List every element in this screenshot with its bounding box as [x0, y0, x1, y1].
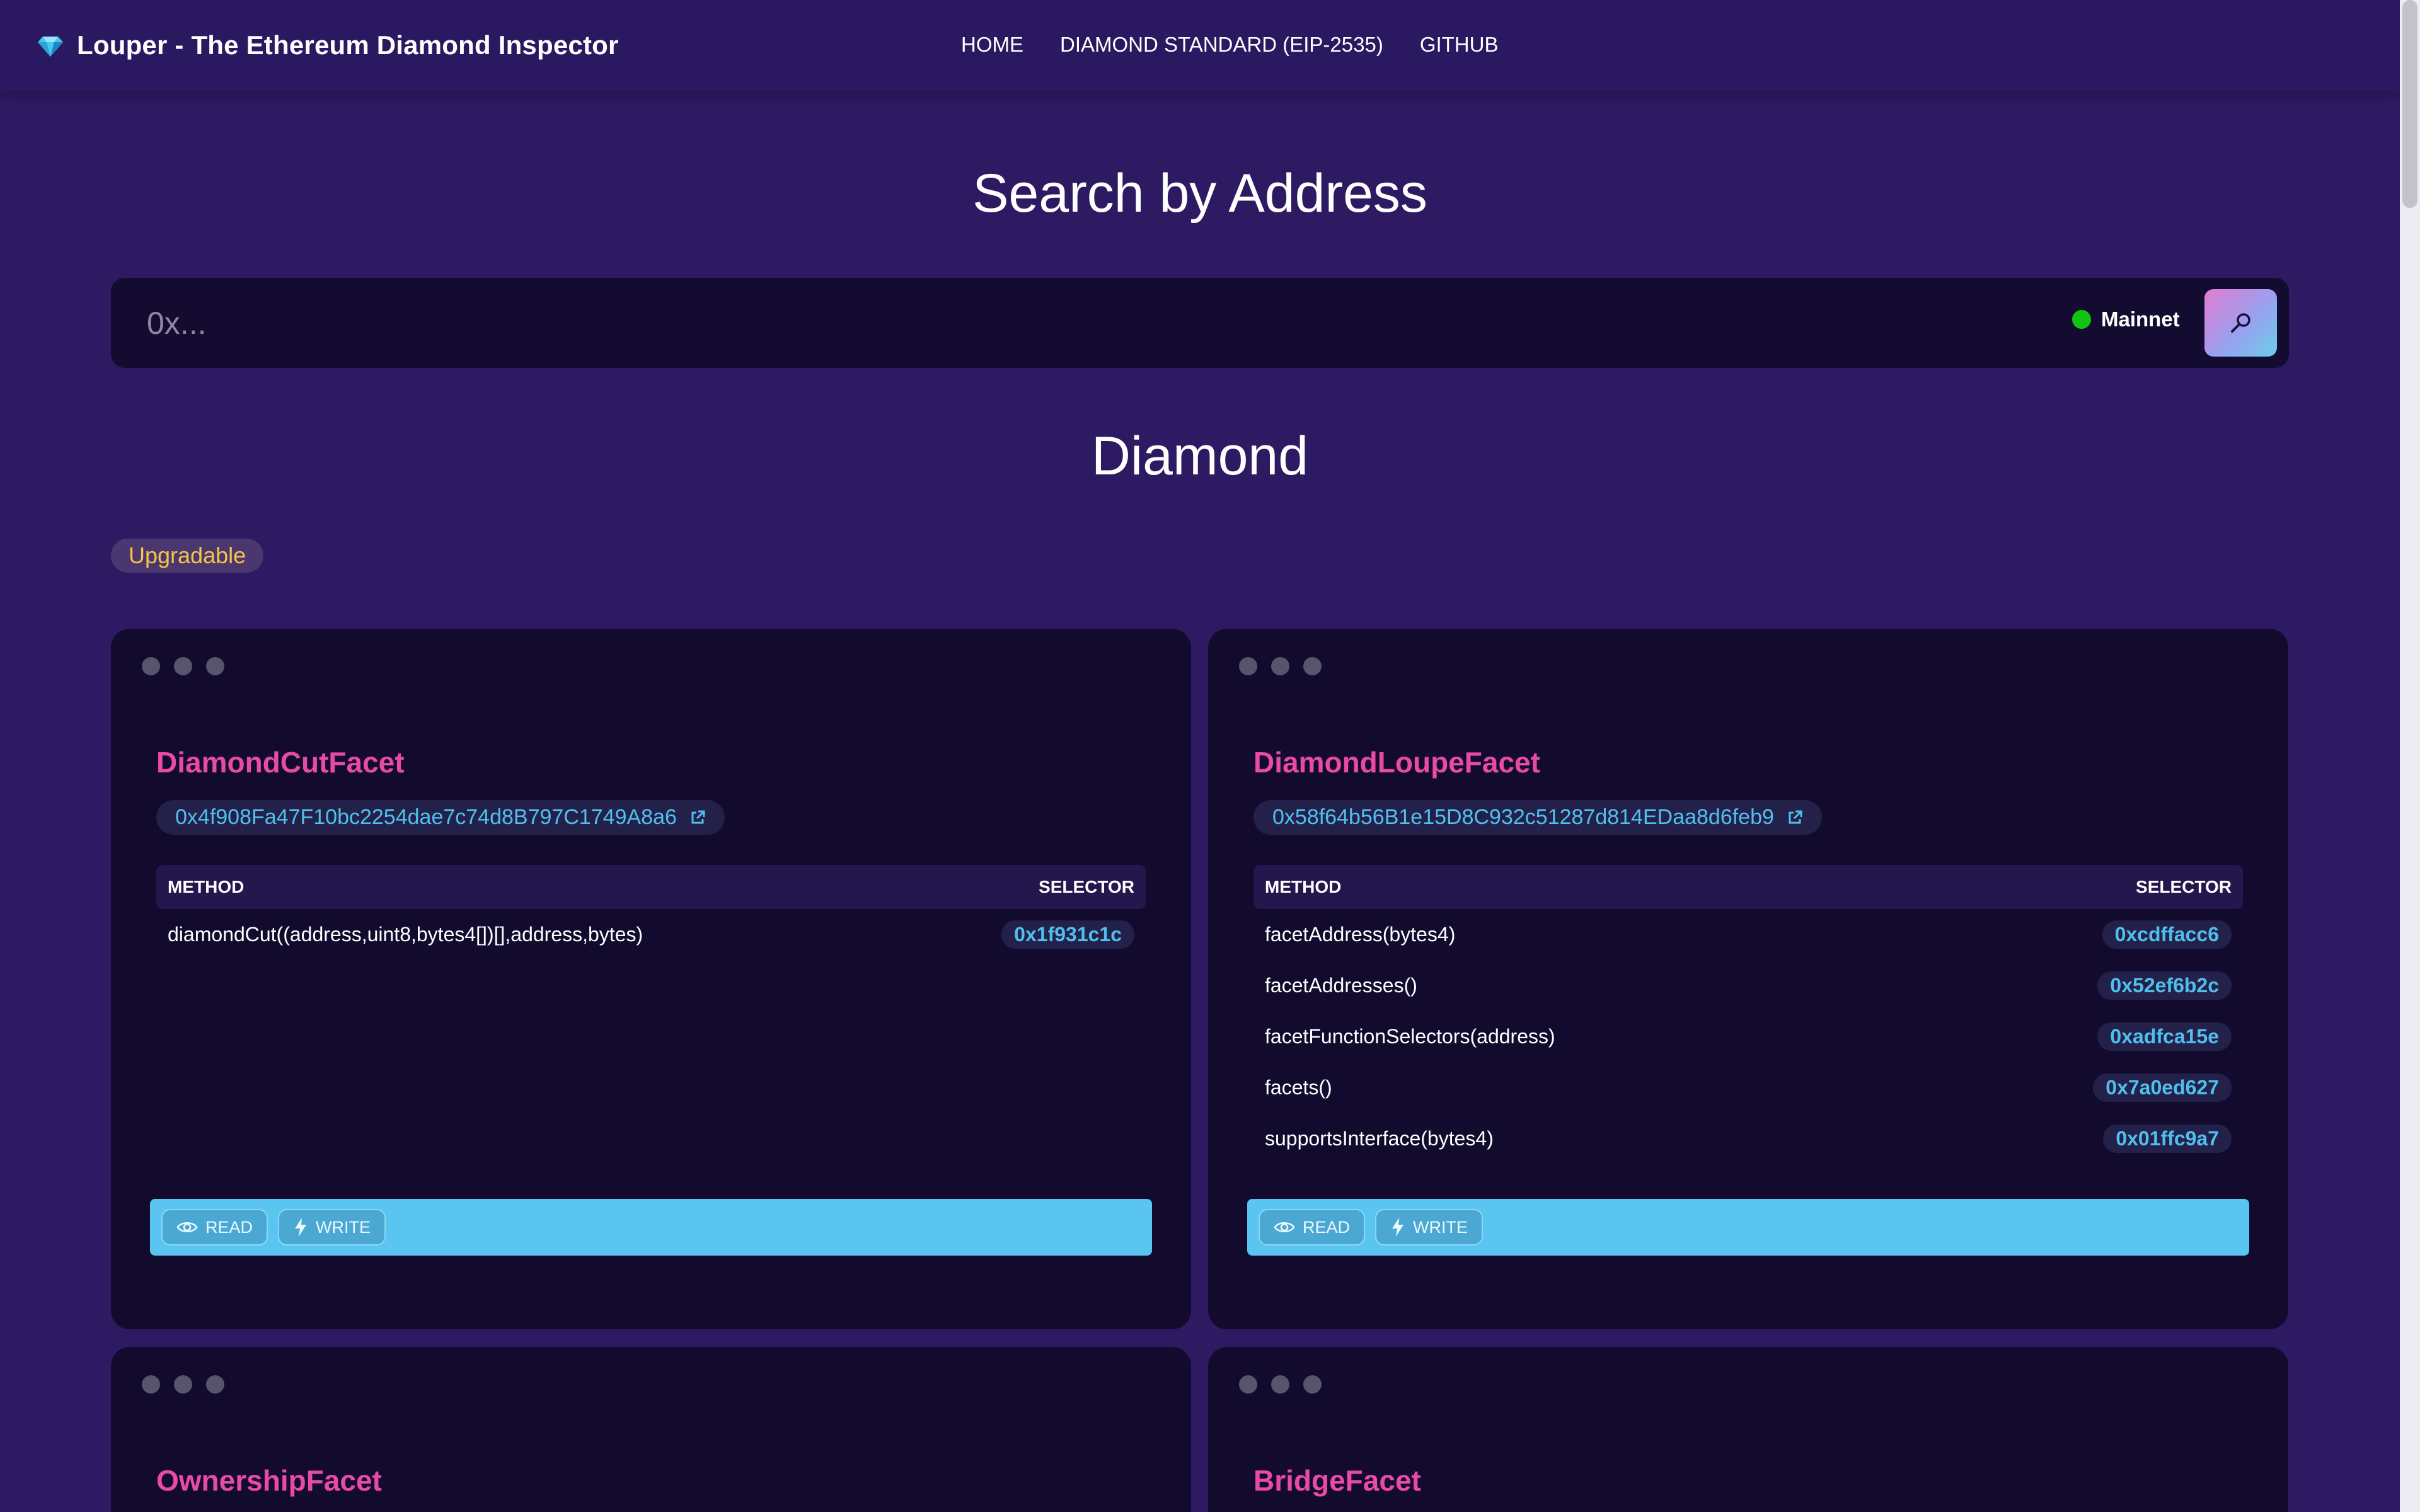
- eye-icon: [176, 1222, 198, 1232]
- upgradable-badge: Upgradable: [111, 539, 264, 573]
- facet-address-link[interactable]: 0x4f908Fa47F10bc2254dae7c74d8B797C1749A8…: [156, 800, 725, 835]
- table-row[interactable]: facetAddress(bytes4) 0xcdffacc6: [1253, 909, 2243, 960]
- nav-diamond-standard-link[interactable]: DIAMOND STANDARD (EIP-2535): [1060, 33, 1383, 57]
- read-label: READ: [205, 1217, 253, 1237]
- method-signature: facetFunctionSelectors(address): [1265, 1025, 1555, 1048]
- facet-card: BridgeFacet: [1208, 1347, 2288, 1512]
- facet-name: DiamondLoupeFacet: [1253, 746, 1540, 779]
- search-button[interactable]: [2204, 289, 2277, 357]
- table-header: METHOD SELECTOR: [156, 865, 1146, 909]
- external-link-icon: [691, 810, 705, 823]
- window-dots: [142, 1375, 224, 1394]
- nav-home-link[interactable]: HOME: [961, 33, 1023, 57]
- facet-card: DiamondLoupeFacet 0x58f64b56B1e15D8C932c…: [1208, 629, 2288, 1329]
- table-header: METHOD SELECTOR: [1253, 865, 2243, 909]
- address-search-input[interactable]: [146, 295, 1976, 351]
- main-nav: HOME DIAMOND STANDARD (EIP-2535) GITHUB: [961, 33, 1498, 57]
- read-label: READ: [1303, 1217, 1351, 1237]
- method-signature: supportsInterface(bytes4): [1265, 1127, 1494, 1150]
- method-signature: diamondCut((address,uint8,bytes4[])[],ad…: [168, 923, 643, 946]
- write-label: WRITE: [1413, 1217, 1468, 1237]
- method-signature: facets(): [1265, 1076, 1332, 1099]
- facet-name: DiamondCutFacet: [156, 746, 405, 779]
- selector-column-header: SELECTOR: [1039, 877, 1134, 896]
- search-bar: Mainnet: [111, 278, 2289, 368]
- selector-badge: 0x52ef6b2c: [2097, 971, 2232, 1000]
- facet-card: DiamondCutFacet 0x4f908Fa47F10bc2254dae7…: [111, 629, 1191, 1329]
- table-row[interactable]: facets() 0x7a0ed627: [1253, 1062, 2243, 1113]
- facet-address-link[interactable]: 0x58f64b56B1e15D8C932c51287d814EDaa8d6fe…: [1253, 800, 1822, 835]
- facet-name: BridgeFacet: [1253, 1464, 1421, 1497]
- methods-table: METHOD SELECTOR diamondCut((address,uint…: [156, 865, 1146, 960]
- facet-address: 0x4f908Fa47F10bc2254dae7c74d8B797C1749A8…: [175, 805, 677, 829]
- search-icon: [2230, 312, 2250, 333]
- network-status-dot: [2072, 310, 2091, 329]
- window-dots: [142, 657, 224, 675]
- scrollbar-thumb[interactable]: [2402, 0, 2417, 208]
- table-row[interactable]: facetFunctionSelectors(address) 0xadfca1…: [1253, 1011, 2243, 1062]
- nav-github-link[interactable]: GITHUB: [1420, 33, 1499, 57]
- selector-badge: 0x01ffc9a7: [2103, 1125, 2232, 1153]
- table-row[interactable]: diamondCut((address,uint8,bytes4[])[],ad…: [156, 909, 1146, 960]
- selector-column-header: SELECTOR: [2136, 877, 2232, 896]
- window-dots: [1239, 1375, 1322, 1394]
- page-scrollbar[interactable]: [2400, 0, 2420, 1512]
- selector-badge: 0x7a0ed627: [2093, 1074, 2232, 1102]
- network-label: Mainnet: [2101, 307, 2180, 331]
- table-row[interactable]: supportsInterface(bytes4) 0x01ffc9a7: [1253, 1113, 2243, 1164]
- method-column-header: METHOD: [168, 877, 245, 896]
- external-link-icon: [1789, 810, 1802, 823]
- facet-card: OwnershipFacet: [111, 1347, 1191, 1512]
- facet-name: OwnershipFacet: [156, 1464, 382, 1497]
- app-title: Louper - The Ethereum Diamond Inspector: [77, 30, 619, 60]
- brand[interactable]: Louper - The Ethereum Diamond Inspector: [38, 30, 619, 60]
- network-select[interactable]: Mainnet: [2072, 307, 2180, 331]
- selector-badge: 0xcdffacc6: [2102, 920, 2232, 949]
- read-button[interactable]: READ: [161, 1209, 268, 1246]
- method-signature: facetAddresses(): [1265, 974, 1417, 997]
- diamond-heading: Diamond: [1091, 426, 1309, 486]
- method-column-header: METHOD: [1265, 877, 1342, 896]
- table-row[interactable]: facetAddresses() 0x52ef6b2c: [1253, 960, 2243, 1011]
- write-button[interactable]: WRITE: [278, 1209, 386, 1246]
- window-dots: [1239, 657, 1322, 675]
- action-bar: READ WRITE: [150, 1199, 1152, 1256]
- write-label: WRITE: [316, 1217, 371, 1237]
- top-navbar: Louper - The Ethereum Diamond Inspector …: [0, 0, 2400, 91]
- diamond-logo-icon: [38, 37, 63, 57]
- method-signature: facetAddress(bytes4): [1265, 923, 1456, 946]
- methods-table: METHOD SELECTOR facetAddress(bytes4) 0xc…: [1253, 865, 2243, 1164]
- read-button[interactable]: READ: [1259, 1209, 1366, 1246]
- selector-badge: 0xadfca15e: [2097, 1022, 2232, 1051]
- selector-badge: 0x1f931c1c: [1001, 920, 1134, 949]
- write-button[interactable]: WRITE: [1375, 1209, 1484, 1246]
- facet-address: 0x58f64b56B1e15D8C932c51287d814EDaa8d6fe…: [1272, 805, 1774, 829]
- lightning-icon: [295, 1218, 307, 1237]
- eye-icon: [1274, 1222, 1295, 1232]
- lightning-icon: [1392, 1218, 1404, 1237]
- action-bar: READ WRITE: [1247, 1199, 2249, 1256]
- search-heading: Search by Address: [972, 163, 1427, 224]
